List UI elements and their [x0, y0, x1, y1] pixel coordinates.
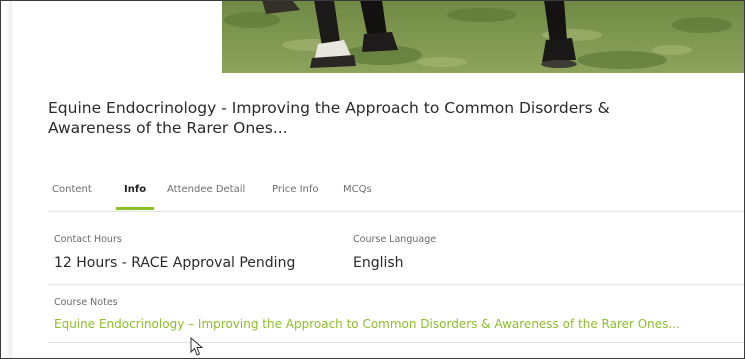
tab-content[interactable]: Content — [52, 178, 92, 211]
tab-mcqs[interactable]: MCQs — [343, 178, 372, 211]
tab-attendee-detail[interactable]: Attendee Detail — [167, 178, 245, 211]
tab-price-info[interactable]: Price Info — [272, 178, 319, 211]
course-tabs: Content Info Attendee Detail Price Info … — [48, 178, 745, 212]
tab-info[interactable]: Info — [115, 178, 155, 211]
info-divider — [48, 284, 745, 285]
course-language-value: English — [353, 255, 404, 271]
hero-photo-horse-hooves — [222, 0, 745, 73]
course-detail-card: Equine Endocrinology - Improving the App… — [12, 0, 745, 359]
contact-hours-value: 12 Hours - RACE Approval Pending — [54, 255, 296, 271]
mouse-pointer-icon — [190, 337, 204, 356]
course-notes-value: Equine Endocrinology – Improving the App… — [54, 317, 680, 331]
course-notes-label: Course Notes — [54, 297, 118, 308]
contact-hours-label: Contact Hours — [54, 234, 122, 245]
course-title: Equine Endocrinology - Improving the App… — [48, 99, 610, 137]
course-language-label: Course Language — [353, 234, 437, 245]
hero-image-placeholder — [48, 0, 221, 73]
notes-divider — [48, 342, 745, 343]
